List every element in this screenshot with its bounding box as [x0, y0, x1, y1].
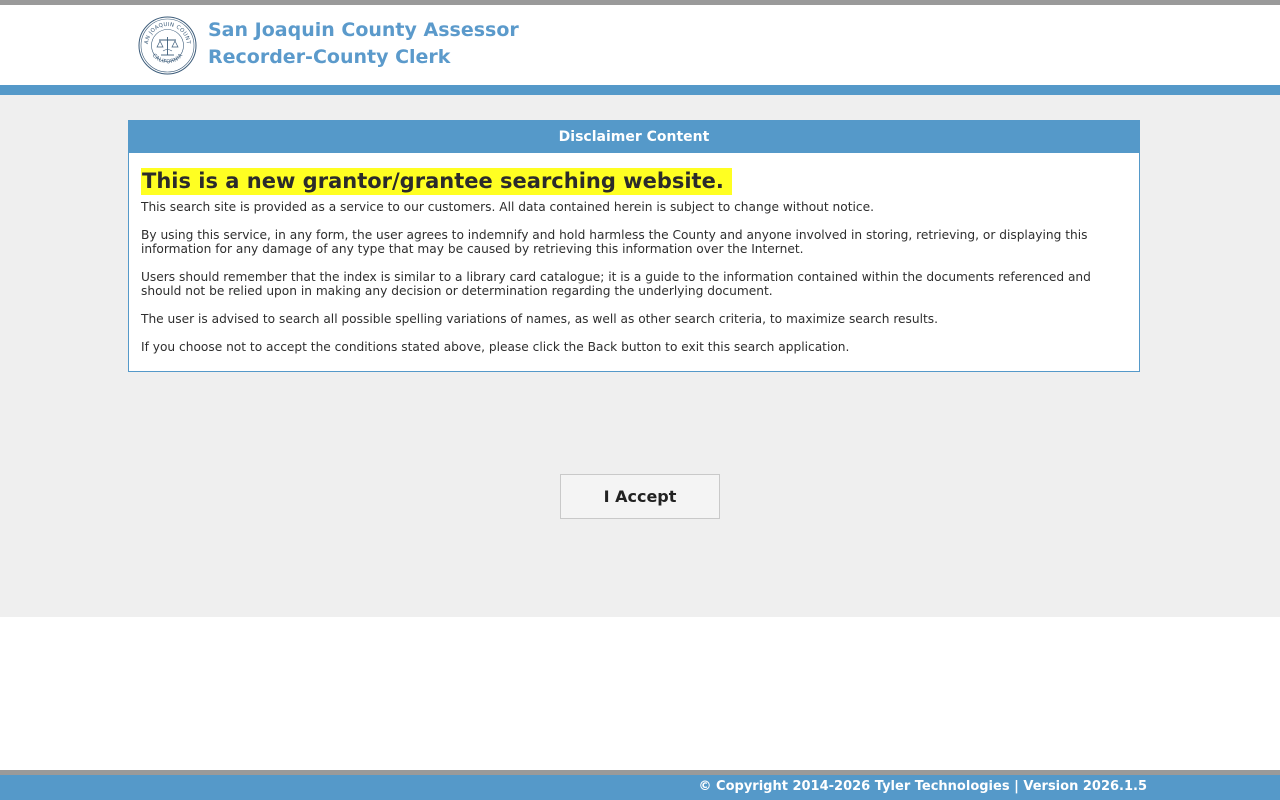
panel-title: Disclaimer Content: [129, 121, 1139, 153]
accept-button[interactable]: I Accept: [560, 474, 720, 519]
disclaimer-paragraph-5: If you choose not to accept the conditio…: [141, 340, 850, 354]
site-footer: © Copyright 2014-2026 Tyler Technologies…: [0, 775, 1280, 800]
disclaimer-panel: Disclaimer Content This is a new grantor…: [128, 120, 1140, 372]
site-header: SAN JOAQUIN COUNTY CALIFORNIA San Joaqui…: [0, 5, 1280, 85]
disclaimer-body: This is a new grantor/grantee searching …: [129, 153, 1139, 354]
main-content: Disclaimer Content This is a new grantor…: [0, 95, 1280, 617]
site-title: San Joaquin County Assessor Recorder-Cou…: [208, 19, 519, 68]
disclaimer-headline: This is a new grantor/grantee searching …: [141, 168, 732, 195]
disclaimer-paragraph-2: By using this service, in any form, the …: [141, 228, 1088, 256]
disclaimer-paragraph-4: The user is advised to search all possib…: [141, 312, 939, 326]
header-accent-bar: [0, 85, 1280, 95]
copyright-text: © Copyright 2014-2026 Tyler Technologies…: [698, 779, 1147, 794]
disclaimer-paragraph-1: This search site is provided as a servic…: [141, 200, 874, 214]
county-seal-logo: SAN JOAQUIN COUNTY CALIFORNIA: [135, 12, 197, 75]
disclaimer-paragraph-3: Users should remember that the index is …: [141, 270, 1091, 298]
